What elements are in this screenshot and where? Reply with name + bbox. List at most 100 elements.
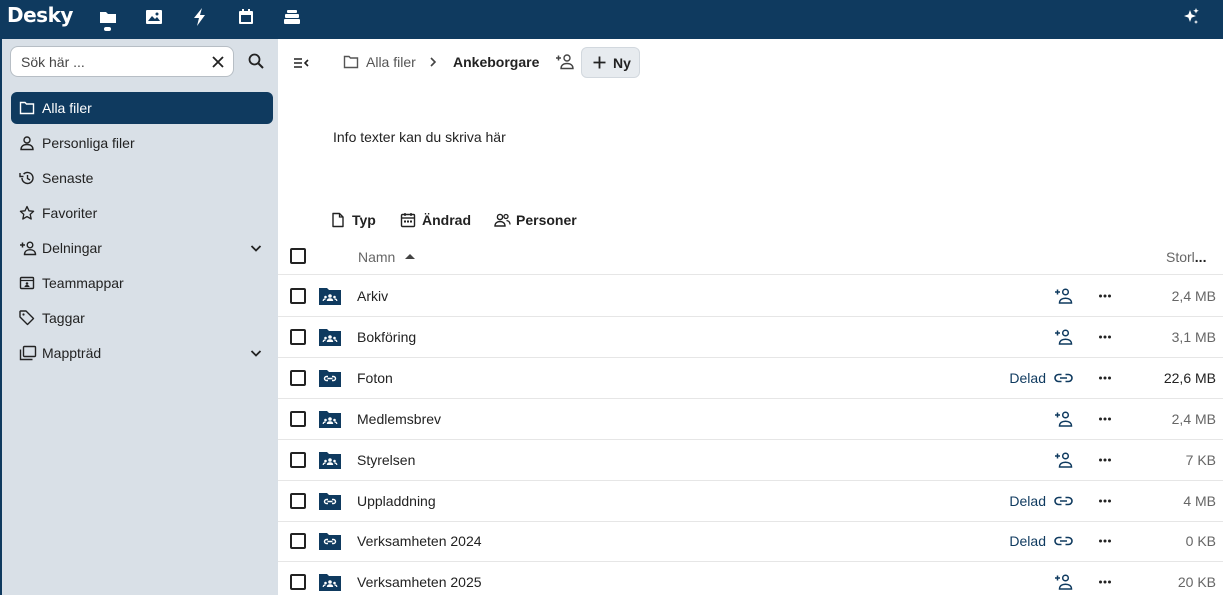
file-name[interactable]: Medlemsbrev bbox=[357, 411, 441, 427]
shared-label[interactable]: Delad bbox=[1009, 370, 1046, 386]
sidebar-item-taggar[interactable]: Taggar bbox=[11, 302, 273, 334]
chevron-down-icon[interactable] bbox=[249, 346, 263, 360]
sidebar-item-mapptrad[interactable]: Mappträd bbox=[11, 337, 273, 369]
sidebar-item-label: Mappträd bbox=[42, 345, 102, 361]
more-actions-icon[interactable] bbox=[1098, 574, 1112, 590]
more-actions-icon[interactable] bbox=[1098, 533, 1112, 549]
star-icon bbox=[19, 205, 35, 221]
file-size: 22,6 MB bbox=[1163, 370, 1216, 386]
filter-type-button[interactable]: Typ bbox=[330, 211, 376, 229]
team-folder-icon bbox=[19, 275, 35, 291]
folder-icon[interactable] bbox=[343, 54, 359, 70]
file-size: 2,4 MB bbox=[1171, 411, 1216, 427]
more-actions-icon[interactable] bbox=[1098, 452, 1112, 468]
row-checkbox[interactable] bbox=[290, 493, 306, 509]
file-size: 3,1 MB bbox=[1171, 329, 1216, 345]
sidebar-item-label: Delningar bbox=[42, 240, 102, 256]
files-icon[interactable] bbox=[96, 5, 120, 29]
table-row[interactable]: Verksamheten 2025 20 KB bbox=[278, 562, 1223, 595]
column-header-size[interactable]: Storl... bbox=[1166, 249, 1206, 265]
filter-label: Typ bbox=[352, 212, 376, 228]
shared-label[interactable]: Delad bbox=[1009, 493, 1046, 509]
row-checkbox[interactable] bbox=[290, 329, 306, 345]
add-user-icon[interactable] bbox=[1054, 451, 1073, 469]
table-row[interactable]: Foton Delad 22,6 MB bbox=[278, 358, 1223, 399]
sidebar-item-senaste[interactable]: Senaste bbox=[11, 162, 273, 194]
add-user-icon[interactable] bbox=[1054, 328, 1073, 346]
table-row[interactable]: Medlemsbrev 2,4 MB bbox=[278, 399, 1223, 440]
folder-info-text: Info texter kan du skriva här bbox=[333, 129, 506, 145]
sidebar-item-delningar[interactable]: Delningar bbox=[11, 232, 273, 264]
select-all-checkbox[interactable] bbox=[290, 248, 306, 264]
file-size: 2,4 MB bbox=[1171, 288, 1216, 304]
main-content: Alla filer Ankeborgare Ny Info texter ka… bbox=[278, 39, 1223, 595]
link-icon[interactable] bbox=[1054, 532, 1073, 550]
file-name[interactable]: Bokföring bbox=[357, 329, 416, 345]
row-checkbox[interactable] bbox=[290, 288, 306, 304]
more-actions-icon[interactable] bbox=[1098, 370, 1112, 386]
row-checkbox[interactable] bbox=[290, 574, 306, 590]
search-box bbox=[10, 46, 234, 77]
active-app-indicator bbox=[104, 27, 111, 31]
more-actions-icon[interactable] bbox=[1098, 329, 1112, 345]
table-row[interactable]: Styrelsen 7 KB bbox=[278, 440, 1223, 481]
sidebar-item-teammappar[interactable]: Teammappar bbox=[11, 267, 273, 299]
more-actions-icon[interactable] bbox=[1098, 288, 1112, 304]
file-name[interactable]: Foton bbox=[357, 370, 393, 386]
app-logo[interactable]: Desky bbox=[7, 3, 73, 27]
photos-icon[interactable] bbox=[142, 5, 166, 29]
people-icon bbox=[494, 212, 511, 228]
filter-people-button[interactable]: Personer bbox=[494, 211, 577, 229]
row-checkbox[interactable] bbox=[290, 370, 306, 386]
more-actions-icon[interactable] bbox=[1098, 411, 1112, 427]
table-row[interactable]: Arkiv 2,4 MB bbox=[278, 276, 1223, 317]
link-icon[interactable] bbox=[1054, 369, 1073, 387]
sidebar-item-favoriter[interactable]: Favoriter bbox=[11, 197, 273, 229]
more-actions-icon[interactable] bbox=[1098, 493, 1112, 509]
team-folder-icon bbox=[318, 450, 342, 470]
file-name[interactable]: Arkiv bbox=[357, 288, 388, 304]
sidebar-item-label: Favoriter bbox=[42, 205, 98, 221]
search-input[interactable] bbox=[21, 53, 201, 71]
folder-icon bbox=[19, 100, 35, 116]
toggle-navigation-icon[interactable] bbox=[292, 54, 310, 72]
sidebar-item-label: Taggar bbox=[42, 310, 85, 326]
breadcrumb-root[interactable]: Alla filer bbox=[366, 54, 416, 70]
breadcrumb-current[interactable]: Ankeborgare bbox=[453, 54, 539, 70]
add-user-icon[interactable] bbox=[1054, 573, 1073, 591]
add-user-icon[interactable] bbox=[1054, 410, 1073, 428]
file-size: 20 KB bbox=[1177, 574, 1216, 590]
table-header: Namn Storl... bbox=[278, 240, 1223, 275]
add-user-icon[interactable] bbox=[1054, 287, 1073, 305]
activity-icon[interactable] bbox=[188, 5, 212, 29]
user-icon bbox=[19, 135, 35, 151]
row-checkbox[interactable] bbox=[290, 411, 306, 427]
new-button[interactable]: Ny bbox=[581, 47, 640, 78]
deck-icon[interactable] bbox=[280, 5, 304, 29]
row-checkbox[interactable] bbox=[290, 533, 306, 549]
file-name[interactable]: Verksamheten 2024 bbox=[357, 533, 482, 549]
table-row[interactable]: Uppladdning Delad 4 MB bbox=[278, 481, 1223, 522]
sparkles-icon[interactable] bbox=[1180, 5, 1202, 29]
search-icon[interactable] bbox=[247, 52, 265, 70]
sort-ascending-icon bbox=[405, 254, 415, 259]
sidebar-item-alla-filer[interactable]: Alla filer bbox=[11, 92, 273, 124]
clear-search-icon[interactable] bbox=[210, 54, 226, 70]
share-folder-button[interactable] bbox=[555, 52, 575, 72]
filter-label: Personer bbox=[516, 212, 577, 228]
file-name[interactable]: Verksamheten 2025 bbox=[357, 574, 482, 590]
shared-label[interactable]: Delad bbox=[1009, 533, 1046, 549]
file-name[interactable]: Styrelsen bbox=[357, 452, 415, 468]
file-size: 4 MB bbox=[1183, 493, 1216, 509]
sidebar-item-personliga-filer[interactable]: Personliga filer bbox=[11, 127, 273, 159]
filter-modified-button[interactable]: Ändrad bbox=[400, 211, 471, 229]
row-checkbox[interactable] bbox=[290, 452, 306, 468]
sidebar-item-label: Teammappar bbox=[42, 275, 124, 291]
chevron-down-icon[interactable] bbox=[249, 241, 263, 255]
link-icon[interactable] bbox=[1054, 492, 1073, 510]
file-name[interactable]: Uppladdning bbox=[357, 493, 436, 509]
table-row[interactable]: Bokföring 3,1 MB bbox=[278, 317, 1223, 358]
table-row[interactable]: Verksamheten 2024 Delad 0 KB bbox=[278, 521, 1223, 562]
calendar-icon[interactable] bbox=[234, 5, 258, 29]
column-header-name[interactable]: Namn bbox=[358, 249, 395, 265]
